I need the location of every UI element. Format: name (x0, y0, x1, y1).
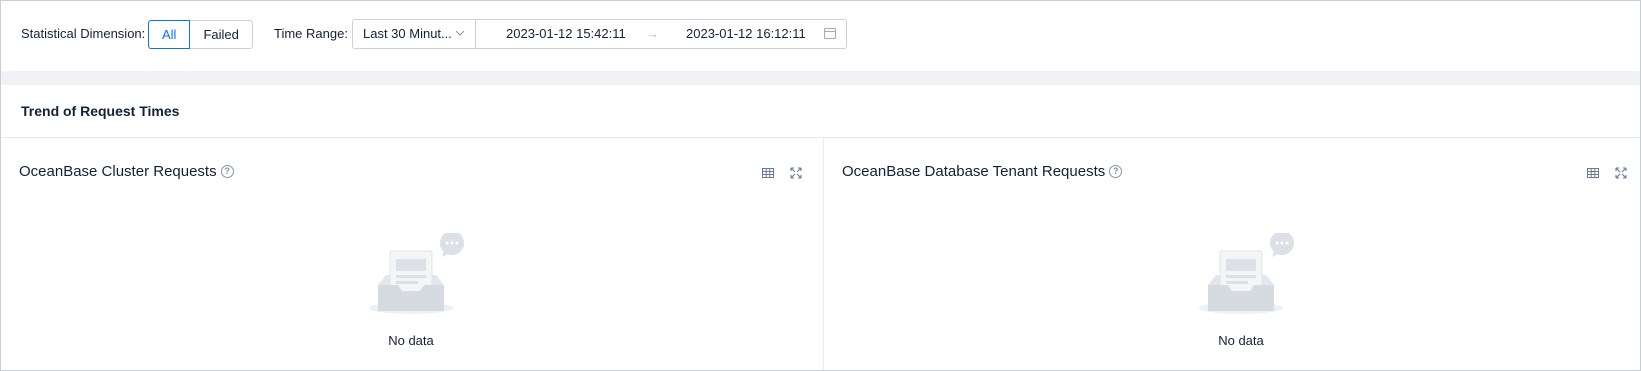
dimension-failed-button[interactable]: Failed (189, 20, 253, 49)
fullscreen-icon[interactable] (789, 166, 803, 180)
help-icon[interactable]: ? (1109, 165, 1123, 178)
filter-bar: Statistical Dimension: All Failed Time R… (1, 1, 1640, 71)
date-range-picker[interactable]: 2023-01-12 15:42:11 → 2023-01-12 16:12:1… (475, 19, 847, 49)
cluster-requests-panel: OceanBase Cluster Requests ? No data (1, 138, 823, 370)
page-frame: Statistical Dimension: All Failed Time R… (0, 0, 1641, 371)
empty-text: No data (1218, 333, 1264, 348)
time-range-select[interactable]: Last 30 Minut... (352, 19, 476, 49)
table-view-icon[interactable] (761, 166, 775, 180)
dimension-label: Statistical Dimension: (21, 26, 146, 41)
empty-text: No data (388, 333, 434, 348)
chevron-down-icon (455, 20, 465, 59)
empty-state: No data (1186, 231, 1296, 363)
end-time-input[interactable]: 2023-01-12 16:12:11 (686, 20, 806, 48)
tenant-requests-panel: OceanBase Database Tenant Requests ? No (824, 138, 1640, 370)
arrow-right-icon: → (646, 26, 659, 41)
table-view-icon[interactable] (1586, 166, 1600, 180)
dimension-all-button[interactable]: All (148, 20, 191, 49)
empty-state: No data (356, 231, 466, 363)
calendar-icon (824, 28, 836, 39)
panel-title: OceanBase Database Tenant Requests ? (842, 163, 1123, 180)
time-range-label: Time Range: (274, 26, 348, 41)
start-time-input[interactable]: 2023-01-12 15:42:11 (506, 20, 626, 48)
empty-inbox-icon (1199, 231, 1294, 314)
fullscreen-icon[interactable] (1614, 166, 1628, 180)
dimension-segmented-control: All Failed (148, 20, 253, 49)
section-gap (1, 71, 1640, 85)
help-icon[interactable]: ? (220, 165, 234, 178)
time-range-value: Last 30 Minut... (363, 26, 452, 41)
panel-title: OceanBase Cluster Requests ? (19, 163, 234, 180)
empty-inbox-icon (369, 231, 464, 314)
section-title: Trend of Request Times (21, 103, 180, 119)
